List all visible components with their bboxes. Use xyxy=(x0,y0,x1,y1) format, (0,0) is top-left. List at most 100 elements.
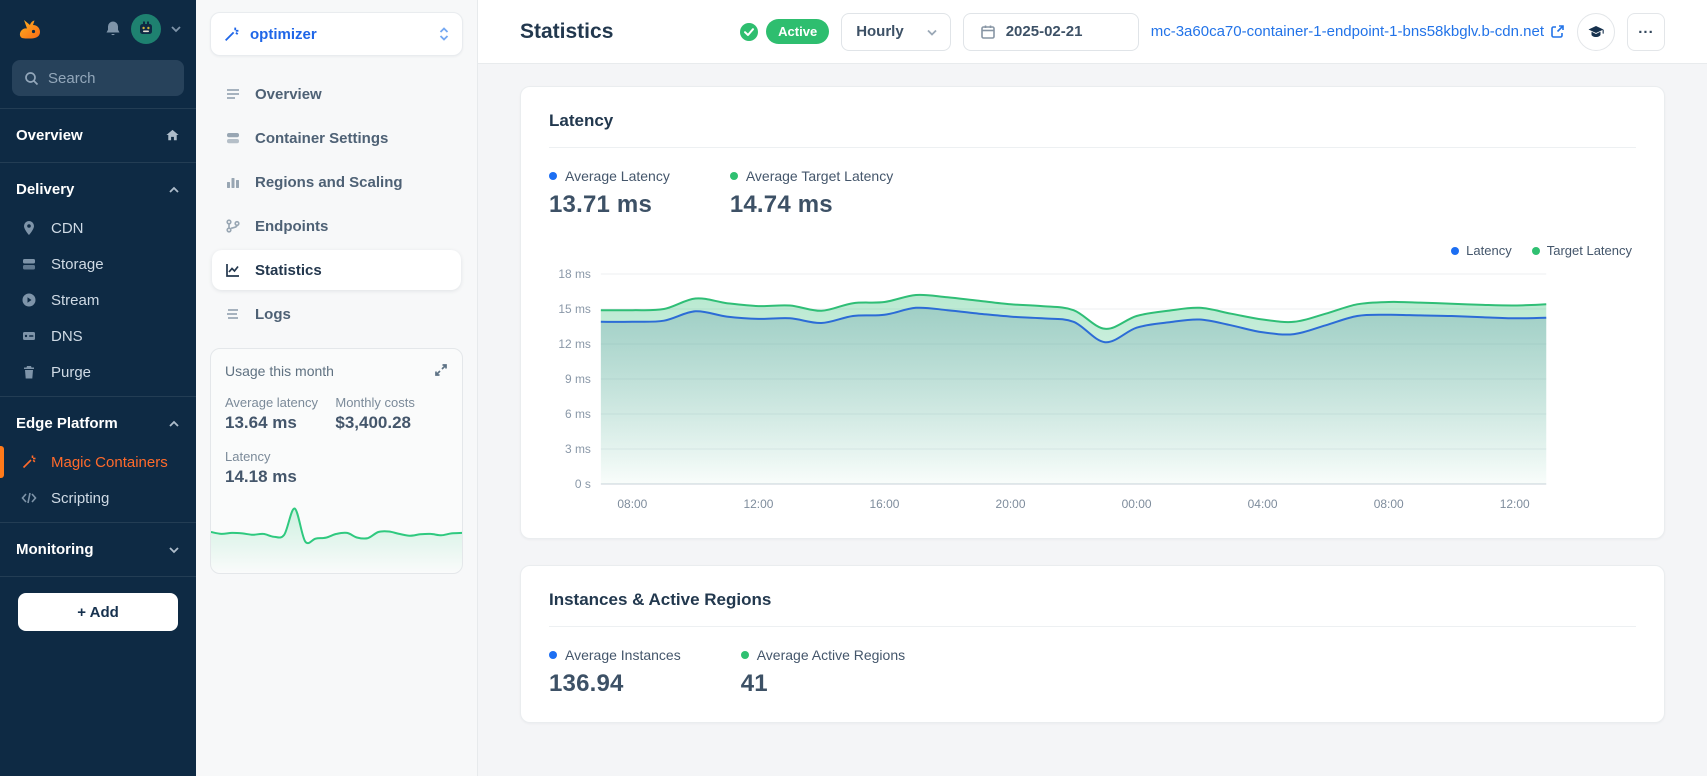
sidebar-item-dns[interactable]: DNS xyxy=(0,318,196,354)
global-search[interactable] xyxy=(12,60,184,96)
chevron-down-icon xyxy=(926,26,938,38)
date-picker[interactable]: 2025-02-21 xyxy=(962,12,1139,51)
dns-server-icon xyxy=(20,327,38,345)
expand-icon[interactable] xyxy=(434,363,448,377)
check-circle-icon xyxy=(739,22,759,42)
sidebar-item-purge[interactable]: Purge xyxy=(0,354,196,390)
primary-sidebar: Overview Delivery CDN Storage Stream DN xyxy=(0,0,196,776)
map-pin-icon xyxy=(20,219,38,237)
external-link-icon xyxy=(1550,24,1565,39)
usage-summary-card: Usage this month Average latency 13.64 m… xyxy=(210,348,463,574)
git-branch-icon xyxy=(224,217,242,235)
stacked-layers-icon xyxy=(224,129,242,147)
search-input[interactable] xyxy=(48,69,158,87)
svg-text:00:00: 00:00 xyxy=(1122,497,1152,511)
svg-text:12:00: 12:00 xyxy=(743,497,773,511)
sidebar-item-scripting[interactable]: Scripting xyxy=(0,480,196,516)
storage-disk-icon xyxy=(20,255,38,273)
svg-text:20:00: 20:00 xyxy=(996,497,1026,511)
stat-average-target-latency: Average Target Latency 14.74 ms xyxy=(729,168,894,218)
usage-card-title: Usage this month xyxy=(225,363,334,379)
notifications-bell-icon[interactable] xyxy=(104,20,122,38)
page-title: Statistics xyxy=(520,19,614,43)
status-group: Active xyxy=(739,19,830,44)
more-options-button[interactable]: ... xyxy=(1627,12,1665,51)
sidebar-section-header-delivery[interactable]: Delivery xyxy=(0,169,196,210)
svg-text:18 ms: 18 ms xyxy=(558,267,591,281)
sidebar-section-header-monitoring[interactable]: Monitoring xyxy=(0,529,196,570)
status-badge: Active xyxy=(766,19,830,44)
city-bars-icon xyxy=(224,173,242,191)
plus-icon: + xyxy=(77,603,86,621)
svg-text:12:00: 12:00 xyxy=(1500,497,1530,511)
add-button[interactable]: + Add xyxy=(18,593,178,631)
latency-area-chart: 0 s 3 ms 6 ms 9 ms 12 ms 15 ms 18 ms 08:00 12:00… xyxy=(549,260,1636,514)
page-header: Statistics Active Hourly 2025-02-21 mc-3… xyxy=(478,0,1707,64)
tab-endpoints[interactable]: Endpoints xyxy=(212,206,461,246)
blue-dot xyxy=(549,651,557,659)
chevron-down-icon xyxy=(168,544,180,556)
trash-icon xyxy=(20,363,38,381)
select-updown-icon xyxy=(438,26,450,42)
stat-average-active-regions: Average Active Regions 41 xyxy=(740,647,906,697)
main-area: Statistics Active Hourly 2025-02-21 mc-3… xyxy=(478,0,1707,776)
calendar-icon xyxy=(980,24,996,40)
divider xyxy=(549,626,1636,627)
usage-sparkline-chart xyxy=(211,495,462,573)
chart-legend: Latency Target Latency xyxy=(553,243,1632,258)
svg-text:0 s: 0 s xyxy=(575,477,591,491)
bunny-logo[interactable] xyxy=(14,14,44,44)
list-icon xyxy=(224,85,242,103)
code-icon xyxy=(20,489,38,507)
stat-average-instances: Average Instances 136.94 xyxy=(549,647,681,697)
page-content: Latency Average Latency 13.71 ms Average… xyxy=(478,64,1707,771)
legend-item-latency[interactable]: Latency xyxy=(1451,243,1512,258)
instances-card: Instances & Active Regions Average Insta… xyxy=(520,565,1665,723)
tab-overview[interactable]: Overview xyxy=(212,74,461,114)
tab-container-settings[interactable]: Container Settings xyxy=(212,118,461,158)
magic-wand-icon xyxy=(223,26,240,43)
stat-average-latency: Average Latency 13.71 ms xyxy=(549,168,670,218)
latency-card: Latency Average Latency 13.71 ms Average… xyxy=(520,86,1665,539)
green-dot xyxy=(729,172,738,180)
account-chevron-down-icon[interactable] xyxy=(170,23,182,35)
sidebar-section-overview: Overview xyxy=(0,108,196,162)
play-circle-icon xyxy=(20,291,38,309)
divider xyxy=(549,147,1636,148)
svg-text:16:00: 16:00 xyxy=(870,497,900,511)
svg-text:08:00: 08:00 xyxy=(617,497,647,511)
svg-text:04:00: 04:00 xyxy=(1248,497,1278,511)
chevron-up-icon xyxy=(168,184,180,196)
svg-text:3 ms: 3 ms xyxy=(565,442,591,456)
search-icon xyxy=(24,71,39,86)
green-dot xyxy=(740,651,749,659)
container-selector[interactable]: optimizer xyxy=(210,12,463,56)
magic-wand-icon xyxy=(20,453,38,471)
sidebar-item-overview[interactable]: Overview xyxy=(0,115,196,156)
sidebar-item-storage[interactable]: Storage xyxy=(0,246,196,282)
svg-text:12 ms: 12 ms xyxy=(558,337,591,351)
card-title: Latency xyxy=(549,111,614,130)
logs-lines-icon xyxy=(224,305,242,323)
learn-graduation-cap-button[interactable] xyxy=(1577,12,1615,51)
tab-statistics[interactable]: Statistics xyxy=(212,250,461,290)
legend-item-target-latency[interactable]: Target Latency xyxy=(1531,243,1632,258)
user-avatar[interactable] xyxy=(131,14,161,44)
svg-text:9 ms: 9 ms xyxy=(565,372,591,386)
svg-text:15 ms: 15 ms xyxy=(558,302,591,316)
sidebar-add-wrap: + Add xyxy=(0,576,196,647)
usage-stat-monthly-costs: Monthly costs $3,400.28 xyxy=(335,395,415,432)
sidebar-item-stream[interactable]: Stream xyxy=(0,282,196,318)
sidebar-item-cdn[interactable]: CDN xyxy=(0,210,196,246)
blue-dot xyxy=(549,172,557,180)
tab-regions-and-scaling[interactable]: Regions and Scaling xyxy=(212,162,461,202)
sidebar-item-magic-containers[interactable]: Magic Containers xyxy=(0,444,196,480)
interval-select[interactable]: Hourly xyxy=(841,12,951,51)
sidebar-section-monitoring: Monitoring xyxy=(0,522,196,576)
tab-logs[interactable]: Logs xyxy=(212,294,461,334)
sidebar-section-header-edge-platform[interactable]: Edge Platform xyxy=(0,403,196,444)
endpoint-link[interactable]: mc-3a60ca70-container-1-endpoint-1-bns58… xyxy=(1151,23,1565,40)
chevron-up-icon xyxy=(168,418,180,430)
line-chart-icon xyxy=(224,261,242,279)
usage-stat-latency: Latency 14.18 ms xyxy=(225,449,297,486)
